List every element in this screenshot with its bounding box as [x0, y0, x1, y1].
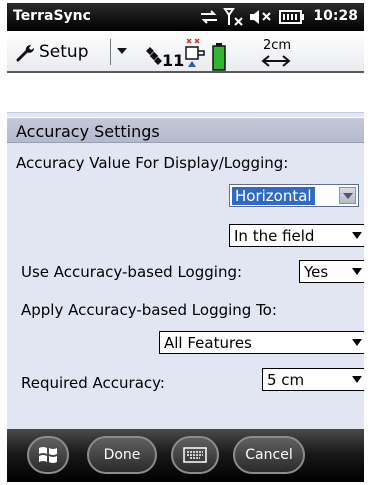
apply-to-label: Apply Accuracy-based Logging To:: [21, 301, 277, 319]
required-accuracy-combo[interactable]: 5 cm: [262, 368, 364, 391]
status-bar: TerraSync 10:28: [7, 3, 364, 31]
display-value-combo[interactable]: Horizontal: [229, 184, 359, 207]
device-screen: TerraSync 10:28 Setup 11 2cm Accuracy Se…: [7, 3, 364, 482]
done-button[interactable]: Done: [87, 436, 157, 474]
mode-value: In the field: [234, 227, 315, 245]
combo-dropdown-button[interactable]: [339, 187, 356, 204]
comm-icon: [185, 38, 205, 67]
apply-to-value: All Features: [164, 334, 252, 352]
app-title: TerraSync: [13, 8, 91, 24]
dropdown-arrow-icon[interactable]: [115, 45, 129, 57]
setup-label: Setup: [39, 42, 89, 62]
battery-icon[interactable]: [279, 10, 305, 24]
receiver-battery-icon: [212, 43, 226, 71]
chevron-down-icon: [352, 376, 362, 383]
required-accuracy-value: 5 cm: [267, 371, 305, 389]
use-logging-value: Yes: [304, 263, 329, 281]
volume-icon[interactable]: [249, 9, 275, 25]
use-logging-label: Use Accuracy-based Logging:: [21, 263, 243, 281]
section-header: Accuracy Settings: [7, 117, 364, 143]
clock[interactable]: 10:28: [313, 8, 358, 24]
accuracy-readout: 2cm: [263, 38, 292, 53]
chevron-down-icon: [352, 232, 362, 239]
satellite-count: 11: [162, 51, 185, 70]
cancel-button[interactable]: Cancel: [233, 436, 305, 474]
apply-to-combo[interactable]: All Features: [159, 331, 364, 354]
windows-flag-icon: [39, 447, 57, 463]
horizontal-arrow-icon: [261, 55, 291, 67]
chevron-down-icon: [343, 193, 353, 199]
display-value: Horizontal: [232, 187, 315, 205]
accuracy-settings-form: Accuracy Settings Accuracy Value For Dis…: [7, 113, 364, 429]
chevron-down-icon: [352, 268, 362, 275]
sync-icon[interactable]: [199, 8, 219, 26]
command-bar: Setup 11 2cm: [7, 31, 364, 73]
softkey-bar: Done Cancel: [7, 429, 364, 482]
use-logging-combo[interactable]: Yes: [299, 260, 364, 283]
keyboard-icon: [183, 447, 207, 463]
setup-button[interactable]: Setup: [15, 40, 88, 64]
mode-combo[interactable]: In the field: [229, 224, 364, 247]
wrench-icon: [16, 45, 34, 62]
separator: [110, 39, 111, 65]
display-logging-label: Accuracy Value For Display/Logging:: [16, 154, 289, 172]
keyboard-button[interactable]: [171, 436, 219, 474]
required-accuracy-label: Required Accuracy:: [21, 374, 165, 392]
no-signal-icon[interactable]: [223, 7, 245, 27]
start-button[interactable]: [27, 436, 69, 474]
blank-panel: [7, 73, 364, 113]
chevron-down-icon: [352, 339, 362, 346]
